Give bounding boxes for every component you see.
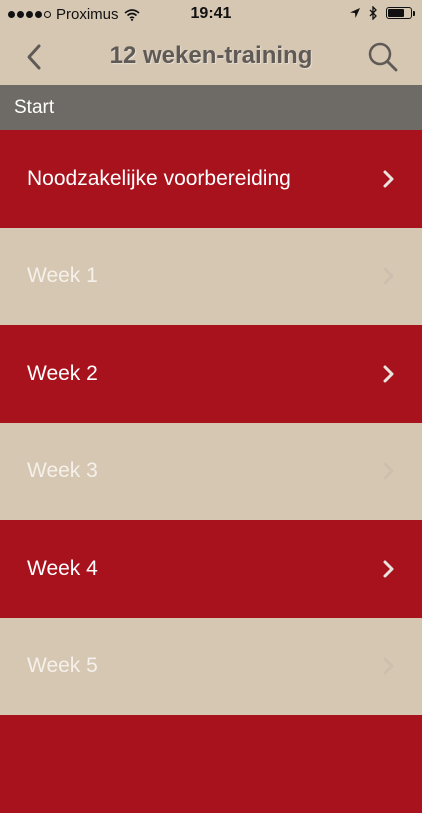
navigation-bar: 12 weken-training	[0, 30, 422, 85]
battery-icon	[386, 7, 415, 19]
list-item-week-5[interactable]: Week 5	[0, 617, 422, 715]
chevron-right-icon	[383, 267, 394, 285]
list-item-label: Week 5	[27, 654, 98, 678]
chevron-right-icon	[383, 657, 394, 675]
list-item-week-4[interactable]: Week 4	[0, 520, 422, 618]
section-header: Start	[0, 85, 422, 130]
list-item-label: Week 3	[27, 459, 98, 483]
chevron-right-icon	[383, 170, 394, 188]
search-button[interactable]	[366, 40, 400, 74]
chevron-right-icon	[383, 365, 394, 383]
list-item-next[interactable]	[0, 715, 422, 813]
list-item-label: Noodzakelijke voorbereiding	[27, 166, 291, 190]
section-title: Start	[14, 97, 55, 118]
bluetooth-icon	[369, 6, 377, 20]
list-item-label: Week 2	[27, 361, 98, 385]
chevron-right-icon	[383, 462, 394, 480]
list-item-label: Week 1	[27, 264, 98, 288]
page-title: 12 weken-training	[109, 42, 313, 69]
list-item-noodzakelijke-voorbereiding[interactable]: Noodzakelijke voorbereiding	[0, 130, 422, 228]
training-list: Noodzakelijke voorbereiding Week 1 Week …	[0, 130, 422, 813]
search-icon	[368, 42, 398, 72]
list-item-label: Week 4	[27, 556, 98, 580]
list-item-week-2[interactable]: Week 2	[0, 325, 422, 423]
list-item-week-3[interactable]: Week 3	[0, 422, 422, 520]
location-arrow-icon	[350, 8, 360, 18]
status-icons	[349, 6, 415, 20]
status-bar: Proximus 19:41	[0, 0, 422, 30]
chevron-right-icon	[383, 560, 394, 578]
list-item-week-1[interactable]: Week 1	[0, 227, 422, 325]
